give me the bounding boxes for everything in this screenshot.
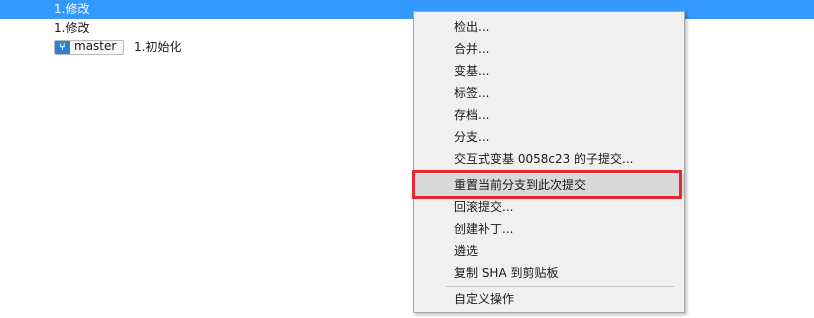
menu-item-interactive-rebase[interactable]: 交互式变基 0058c23 的子提交... — [414, 148, 684, 170]
menu-item-label: 变基... — [454, 64, 490, 78]
annotation-highlight-box — [412, 170, 682, 199]
menu-item-label: 回滚提交... — [454, 200, 514, 214]
menu-item-cherry-pick[interactable]: 遴选 — [414, 240, 684, 262]
menu-item-create-patch[interactable]: 创建补丁... — [414, 218, 684, 240]
branch-icon: ⑂ — [55, 41, 70, 54]
commit-message: 1.初始化 — [134, 40, 182, 54]
menu-item-checkout[interactable]: 检出... — [414, 16, 684, 38]
menu-item-label: 创建补丁... — [454, 222, 514, 236]
menu-item-copy-sha[interactable]: 复制 SHA 到剪贴板 — [414, 262, 684, 284]
menu-item-label: 遴选 — [454, 244, 479, 258]
menu-separator — [446, 286, 674, 287]
menu-item-label: 自定义操作 — [454, 292, 515, 306]
commit-message: 1.修改 — [54, 21, 90, 35]
commit-message: 1.修改 — [54, 2, 90, 16]
menu-item-merge[interactable]: 合并... — [414, 38, 684, 60]
menu-item-label: 复制 SHA 到剪贴板 — [454, 266, 559, 280]
menu-item-label: 存档... — [454, 108, 490, 122]
branch-name: master — [74, 40, 117, 53]
menu-item-custom-action[interactable]: 自定义操作 — [414, 288, 684, 310]
menu-item-label: 交互式变基 0058c23 的子提交... — [454, 152, 634, 166]
menu-item-label: 标签... — [454, 86, 490, 100]
menu-item-rebase[interactable]: 变基... — [414, 60, 684, 82]
commit-row[interactable]: 1.修改 — [0, 19, 814, 38]
branch-tag[interactable]: ⑂ master — [54, 40, 124, 55]
menu-item-revert[interactable]: 回滚提交... — [414, 196, 684, 218]
menu-item-archive[interactable]: 存档... — [414, 104, 684, 126]
menu-item-branch[interactable]: 分支... — [414, 126, 684, 148]
menu-item-tag[interactable]: 标签... — [414, 82, 684, 104]
commit-row-selected[interactable]: 1.修改 — [0, 0, 814, 19]
commit-row[interactable]: ⑂ master 1.初始化 — [0, 38, 814, 57]
menu-item-label: 分支... — [454, 130, 490, 144]
menu-item-label: 检出... — [454, 20, 490, 34]
context-menu: 检出... 合并... 变基... 标签... 存档... 分支... 交互式变… — [413, 11, 685, 313]
menu-item-label: 合并... — [454, 42, 490, 56]
